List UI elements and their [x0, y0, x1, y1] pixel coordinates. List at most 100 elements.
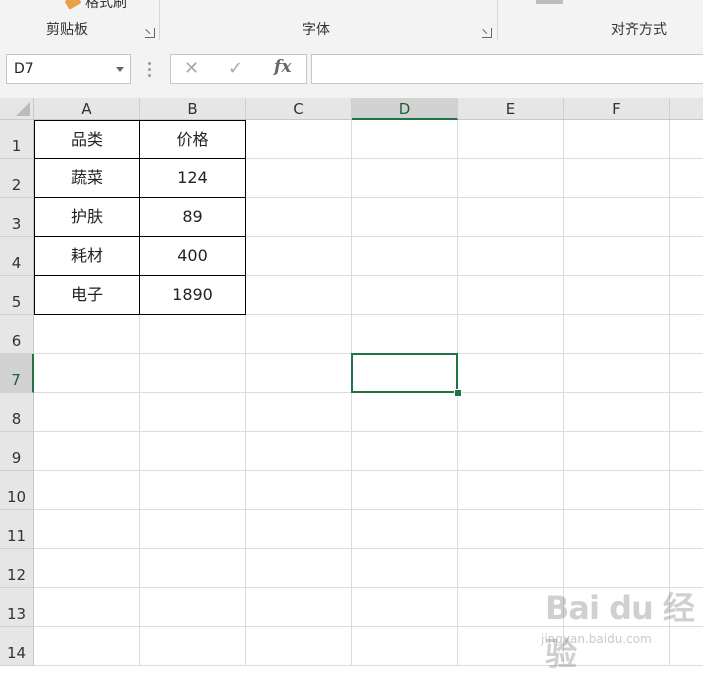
font-dialog-launcher-icon[interactable]	[482, 28, 492, 38]
cell-a5[interactable]: 电子	[34, 276, 140, 315]
cell-b10[interactable]	[140, 471, 246, 510]
cell-d14[interactable]	[352, 627, 458, 666]
cell-g11[interactable]	[670, 510, 703, 549]
cell-e5[interactable]	[458, 276, 564, 315]
row-header-13[interactable]: 13	[0, 588, 34, 627]
cell-g2[interactable]	[670, 159, 703, 198]
cell-g3[interactable]	[670, 198, 703, 237]
cell-c1[interactable]	[246, 120, 352, 159]
cell-g1[interactable]	[670, 120, 703, 159]
cell-b9[interactable]	[140, 432, 246, 471]
cell-a8[interactable]	[34, 393, 140, 432]
cell-d13[interactable]	[352, 588, 458, 627]
fill-handle[interactable]	[454, 389, 462, 397]
insert-function-button[interactable]: fx	[274, 57, 291, 77]
cell-e10[interactable]	[458, 471, 564, 510]
cell-g10[interactable]	[670, 471, 703, 510]
cell-a12[interactable]	[34, 549, 140, 588]
cell-f1[interactable]	[564, 120, 670, 159]
cell-a6[interactable]	[34, 315, 140, 354]
cell-a3[interactable]: 护肤	[34, 198, 140, 237]
cell-c5[interactable]	[246, 276, 352, 315]
cell-d10[interactable]	[352, 471, 458, 510]
name-box[interactable]: D7	[6, 54, 131, 84]
cell-f10[interactable]	[564, 471, 670, 510]
cell-c4[interactable]	[246, 237, 352, 276]
cell-g9[interactable]	[670, 432, 703, 471]
row-header-10[interactable]: 10	[0, 471, 34, 510]
check-icon[interactable]: ✓	[228, 58, 243, 79]
cell-a7[interactable]	[34, 354, 140, 393]
cell-f11[interactable]	[564, 510, 670, 549]
cell-b3[interactable]: 89	[140, 198, 246, 237]
row-header-8[interactable]: 8	[0, 393, 34, 432]
row-header-6[interactable]: 6	[0, 315, 34, 354]
cell-e8[interactable]	[458, 393, 564, 432]
cell-g7[interactable]	[670, 354, 703, 393]
alignment-button-partial[interactable]	[536, 0, 563, 4]
row-header-2[interactable]: 2	[0, 159, 34, 198]
cell-b2[interactable]: 124	[140, 159, 246, 198]
cell-d3[interactable]	[352, 198, 458, 237]
cell-c8[interactable]	[246, 393, 352, 432]
cell-c6[interactable]	[246, 315, 352, 354]
cell-e3[interactable]	[458, 198, 564, 237]
cell-a1[interactable]: 品类	[34, 120, 140, 159]
cell-c10[interactable]	[246, 471, 352, 510]
cell-b11[interactable]	[140, 510, 246, 549]
cell-b8[interactable]	[140, 393, 246, 432]
row-header-3[interactable]: 3	[0, 198, 34, 237]
cell-d1[interactable]	[352, 120, 458, 159]
cell-d2[interactable]	[352, 159, 458, 198]
cancel-icon[interactable]: ✕	[184, 58, 199, 79]
format-painter-button[interactable]: 格式刷	[64, 0, 127, 12]
cell-c11[interactable]	[246, 510, 352, 549]
cell-d9[interactable]	[352, 432, 458, 471]
row-header-5[interactable]: 5	[0, 276, 34, 315]
cell-f6[interactable]	[564, 315, 670, 354]
row-header-9[interactable]: 9	[0, 432, 34, 471]
row-header-4[interactable]: 4	[0, 237, 34, 276]
cell-d8[interactable]	[352, 393, 458, 432]
row-header-7[interactable]: 7	[0, 354, 34, 393]
active-cell-border[interactable]	[351, 353, 458, 393]
cell-d6[interactable]	[352, 315, 458, 354]
cell-c12[interactable]	[246, 549, 352, 588]
row-header-14[interactable]: 14	[0, 627, 34, 666]
cell-a2[interactable]: 蔬菜	[34, 159, 140, 198]
cell-f8[interactable]	[564, 393, 670, 432]
cell-g5[interactable]	[670, 276, 703, 315]
select-all-button[interactable]	[0, 98, 34, 120]
cell-b4[interactable]: 400	[140, 237, 246, 276]
column-header-a[interactable]: A	[34, 98, 140, 120]
cell-b12[interactable]	[140, 549, 246, 588]
row-header-12[interactable]: 12	[0, 549, 34, 588]
cell-d11[interactable]	[352, 510, 458, 549]
cell-b6[interactable]	[140, 315, 246, 354]
cell-g4[interactable]	[670, 237, 703, 276]
cell-a13[interactable]	[34, 588, 140, 627]
column-header-b[interactable]: B	[140, 98, 246, 120]
cell-a14[interactable]	[34, 627, 140, 666]
cell-c3[interactable]	[246, 198, 352, 237]
column-header-e[interactable]: E	[458, 98, 564, 120]
column-header-f[interactable]: F	[564, 98, 670, 120]
cell-d12[interactable]	[352, 549, 458, 588]
chevron-down-icon[interactable]	[116, 67, 124, 72]
cell-d4[interactable]	[352, 237, 458, 276]
cell-e7[interactable]	[458, 354, 564, 393]
cell-a4[interactable]: 耗材	[34, 237, 140, 276]
cell-e1[interactable]	[458, 120, 564, 159]
column-header-c[interactable]: C	[246, 98, 352, 120]
column-header-g[interactable]	[670, 98, 703, 120]
clipboard-dialog-launcher-icon[interactable]	[145, 28, 155, 38]
cell-e11[interactable]	[458, 510, 564, 549]
cell-b13[interactable]	[140, 588, 246, 627]
formula-input[interactable]	[311, 54, 703, 84]
cell-g6[interactable]	[670, 315, 703, 354]
cell-f7[interactable]	[564, 354, 670, 393]
cell-b14[interactable]	[140, 627, 246, 666]
cell-e2[interactable]	[458, 159, 564, 198]
cell-c2[interactable]	[246, 159, 352, 198]
cell-e6[interactable]	[458, 315, 564, 354]
